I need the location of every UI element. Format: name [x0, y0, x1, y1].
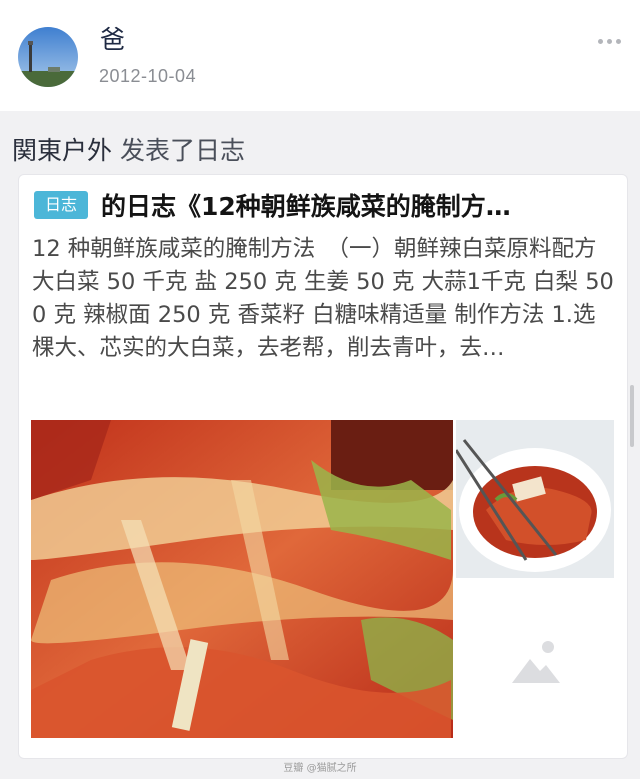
- more-dots-icon[interactable]: [598, 36, 628, 46]
- activity-line: 関東户外 发表了日志: [12, 131, 245, 167]
- diary-tag-badge: 日志: [34, 191, 88, 219]
- image-placeholder-icon: [508, 635, 564, 691]
- kimchi-photo-bowl[interactable]: [456, 420, 614, 578]
- post-date: 2012-10-04: [99, 66, 197, 86]
- avatar[interactable]: [18, 27, 78, 87]
- username[interactable]: 爸: [100, 20, 125, 56]
- author-name[interactable]: 関東户外: [12, 136, 112, 165]
- diary-card[interactable]: 日志 的日志《12种朝鲜族咸菜的腌制方… 12 种朝鲜族咸菜的腌制方法 （一）朝…: [18, 174, 628, 759]
- post-header: 爸 2012-10-04: [0, 0, 640, 111]
- scrollbar[interactable]: [630, 385, 634, 447]
- diary-excerpt: 12 种朝鲜族咸菜的腌制方法 （一）朝鲜辣白菜原料配方 大白菜 50 千克 盐 …: [32, 236, 614, 361]
- watermark: 豆瓣 @猫腻之所: [283, 763, 357, 774]
- diary-title[interactable]: 的日志《12种朝鲜族咸菜的腌制方…: [101, 187, 606, 223]
- kimchi-photo-main[interactable]: [31, 420, 453, 738]
- activity-verb: 发表了日志: [119, 136, 245, 165]
